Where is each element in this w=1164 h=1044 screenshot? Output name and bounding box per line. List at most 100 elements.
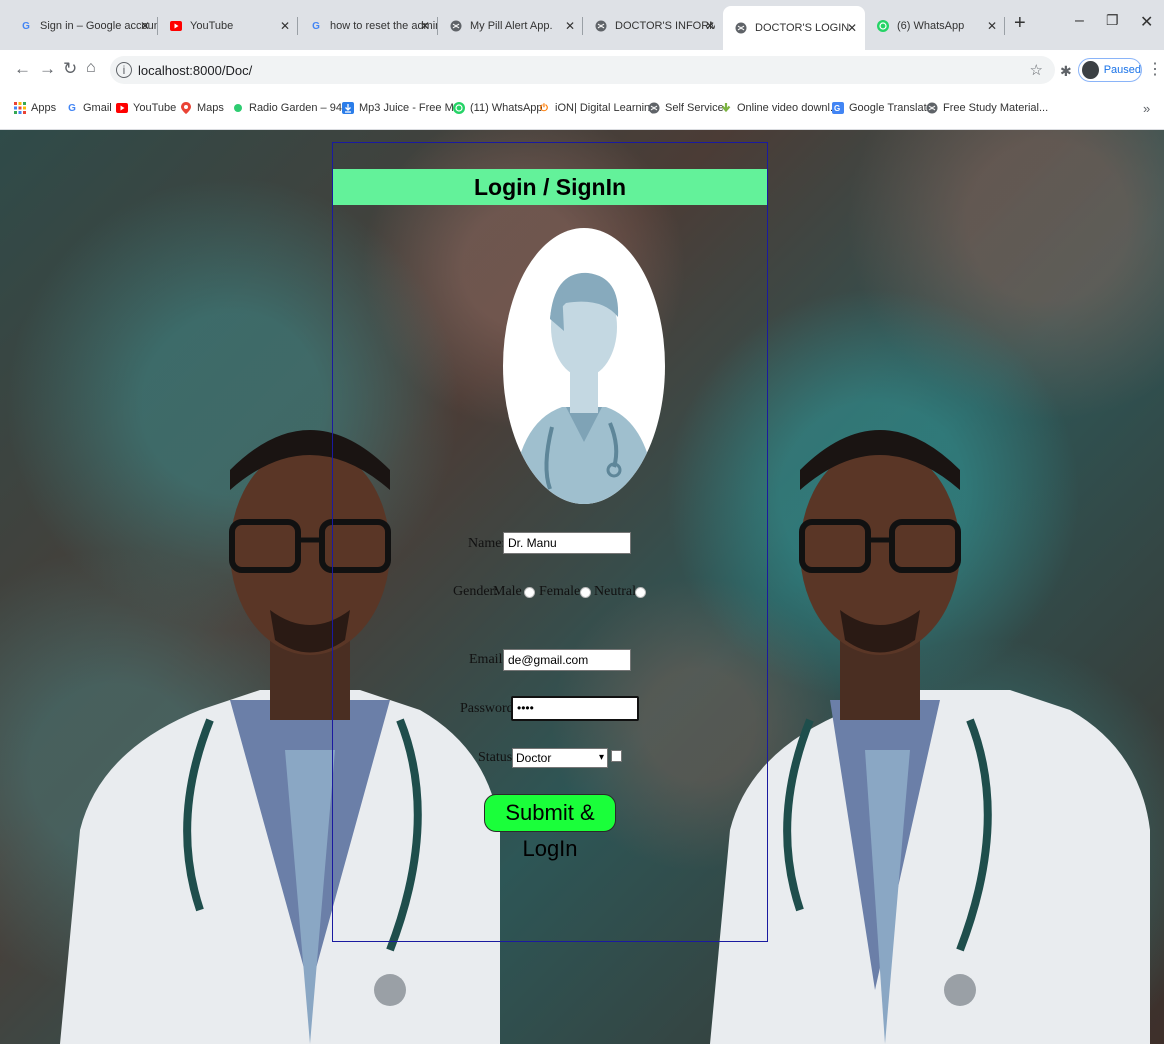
password-input[interactable]: •••• (511, 696, 639, 721)
close-icon[interactable]: ✕ (140, 19, 150, 33)
whatsapp-icon (877, 20, 889, 32)
submit-login-button[interactable]: Submit & LogIn (484, 794, 616, 861)
address-bar[interactable]: i localhost:8000/Doc/ ☆ (110, 56, 1055, 84)
bookmark-label: Google Translate (849, 102, 933, 114)
radio-garden-icon (232, 102, 244, 114)
reload-icon[interactable]: ↻ (63, 59, 77, 79)
extensions-puzzle-icon[interactable]: ✱ (1060, 63, 1072, 80)
bookmark-label: Mp3 Juice - Free M... (359, 102, 463, 114)
bookmark-label: Self Service (665, 102, 724, 114)
bookmark-label: Apps (31, 102, 57, 114)
power-icon: ⏻ (540, 102, 548, 114)
bookmark-youtube[interactable]: YouTube (116, 102, 176, 114)
bookmark-radio-garden[interactable]: Radio Garden – 94.... (232, 102, 354, 114)
globe-icon (450, 20, 462, 32)
status-selected-value: Doctor (516, 751, 552, 765)
svg-text:G: G (834, 104, 840, 113)
globe-icon (735, 22, 747, 34)
bookmark-self-service[interactable]: Self Service (648, 102, 724, 114)
email-input[interactable]: de@gmail.com (503, 649, 631, 671)
bookmark-whatsapp[interactable]: (11) WhatsApp (453, 102, 543, 114)
tab-doctors-information[interactable]: DOCTOR'S INFORMATIC ✕ (583, 8, 723, 44)
new-tab-icon[interactable]: + (1014, 12, 1026, 35)
tab-doctors-login[interactable]: DOCTOR'S LOGIN ✕ (723, 6, 865, 50)
restore-icon[interactable]: ❐ (1106, 12, 1119, 29)
bookmark-free-study[interactable]: Free Study Material... (926, 102, 1048, 114)
tab-whatsapp[interactable]: (6) WhatsApp ✕ (865, 8, 1005, 44)
bookmark-mp3-juice[interactable]: Mp3 Juice - Free M... (342, 102, 463, 114)
minimize-icon[interactable]: – (1075, 12, 1084, 30)
maps-icon (180, 102, 192, 114)
gender-male-label: Male (493, 584, 522, 599)
tab-label: (6) WhatsApp (897, 20, 965, 32)
tab-strip: G Sign in – Google account ✕ YouTube ✕ G… (0, 0, 1164, 50)
status-select[interactable]: Doctor ▾ (512, 748, 608, 768)
login-title: Login / SignIn (333, 169, 767, 205)
name-label: Name: (468, 536, 506, 551)
bookmark-label: YouTube (133, 102, 177, 114)
password-label: Password: (460, 701, 518, 716)
bookmark-online-video[interactable]: Online video downl... (720, 102, 839, 114)
avatar (1082, 61, 1099, 79)
bookmark-label: Online video downl... (737, 102, 840, 114)
bookmark-label: iON| Digital Learning (555, 102, 657, 114)
translate-icon: G (832, 102, 844, 114)
whatsapp-icon (453, 102, 465, 114)
browser-toolbar: ← → ↻ ⌂ i localhost:8000/Doc/ ☆ ✱ Paused… (0, 50, 1164, 90)
menu-kebab-icon[interactable]: ⋮ (1147, 59, 1163, 79)
tab-youtube[interactable]: YouTube ✕ (158, 8, 298, 44)
tab-reset-admin[interactable]: G how to reset the admin p ✕ (298, 8, 438, 44)
close-icon[interactable]: ✕ (420, 19, 430, 33)
gender-neutral-label: Neutral (594, 584, 636, 599)
bookmark-label: Maps (197, 102, 224, 114)
info-icon[interactable]: i (116, 62, 132, 78)
window-close-icon[interactable]: ✕ (1140, 12, 1153, 32)
tab-label: DOCTOR'S LOGIN (755, 22, 850, 34)
gender-female-radio[interactable] (580, 587, 591, 598)
bookmark-label: (11) WhatsApp (470, 102, 543, 114)
bookmark-google-translate[interactable]: G Google Translate (832, 102, 933, 114)
bookmark-label: Gmail (83, 102, 112, 114)
globe-icon (926, 102, 938, 114)
bookmark-gmail[interactable]: G Gmail (66, 102, 112, 114)
close-icon[interactable]: ✕ (565, 19, 575, 33)
close-icon[interactable]: ✕ (705, 19, 715, 33)
name-input[interactable]: Dr. Manu (503, 532, 631, 554)
doctor-photo-right (710, 430, 1150, 1044)
tab-label: YouTube (190, 20, 234, 32)
download-icon (342, 102, 354, 114)
profile-status: Paused (1103, 64, 1141, 76)
tab-label: DOCTOR'S INFORMATIC (615, 20, 715, 32)
tab-separator (1004, 17, 1005, 35)
google-icon: G (68, 102, 76, 114)
tab-pill-alert[interactable]: My Pill Alert App. ✕ (438, 8, 583, 44)
address-url[interactable]: localhost:8000/Doc/ (138, 63, 252, 78)
google-icon: G (22, 20, 30, 32)
home-icon[interactable]: ⌂ (86, 59, 96, 77)
download-arrow-icon (720, 102, 732, 114)
bookmark-maps[interactable]: Maps (180, 102, 224, 114)
back-arrow-icon[interactable]: ← (14, 59, 31, 79)
close-icon[interactable]: ✕ (280, 19, 290, 33)
bookmark-label: Free Study Material... (943, 102, 1049, 114)
close-icon[interactable]: ✕ (847, 21, 857, 35)
chevron-down-icon: ▾ (598, 752, 604, 763)
gender-female-label: Female (539, 584, 581, 599)
bookmark-ion-digital[interactable]: ⏻ iON| Digital Learning (538, 102, 656, 114)
status-checkbox[interactable] (611, 750, 622, 762)
gender-label: Gender: (453, 584, 499, 599)
gender-male-radio[interactable] (524, 587, 535, 598)
bookmark-star-icon[interactable]: ☆ (1030, 61, 1043, 79)
tab-google-signin[interactable]: G Sign in – Google account ✕ (8, 8, 158, 44)
more-bookmarks-chevron-icon[interactable]: » (1143, 101, 1150, 116)
tab-label: My Pill Alert App. (470, 20, 553, 32)
profile-button[interactable]: Paused (1078, 58, 1142, 82)
gender-neutral-radio[interactable] (635, 587, 646, 598)
forward-arrow-icon[interactable]: → (39, 59, 56, 79)
page-background: Login / SignIn Name: Dr. Manu Gender: Ma… (0, 130, 1164, 1044)
globe-icon (595, 20, 607, 32)
doctor-avatar-icon (503, 228, 665, 504)
close-icon[interactable]: ✕ (987, 19, 997, 33)
bookmark-apps[interactable]: Apps (14, 102, 56, 114)
bookmark-label: Radio Garden – 94.... (249, 102, 355, 114)
